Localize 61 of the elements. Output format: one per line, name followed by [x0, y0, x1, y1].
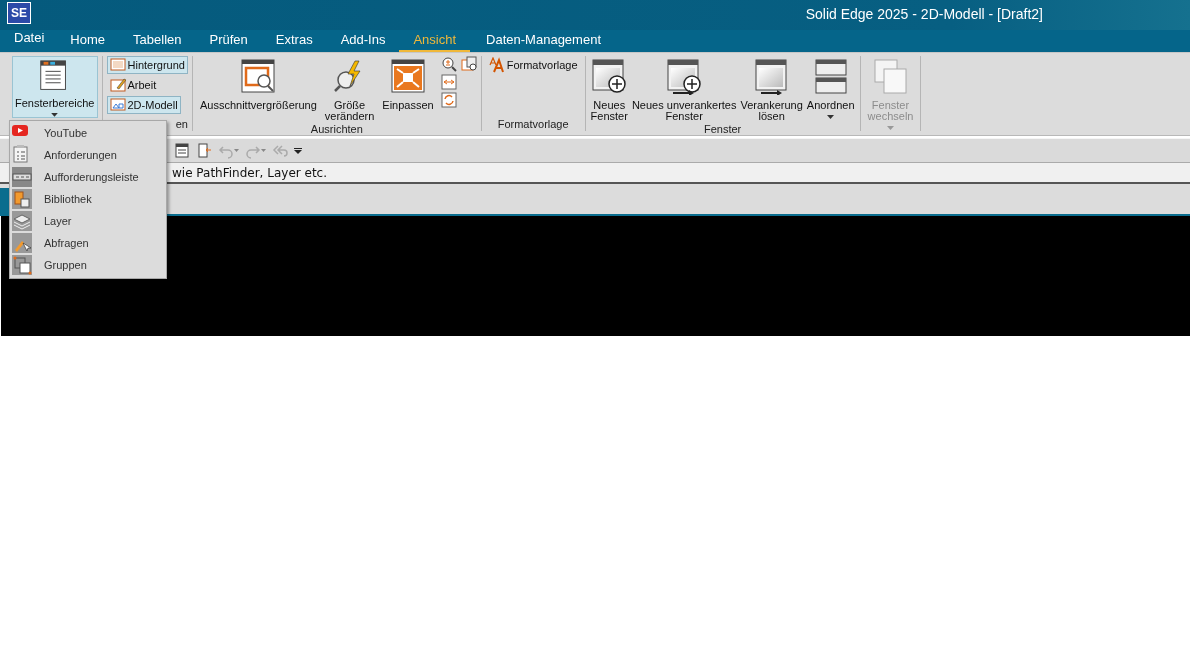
stacked-windows-icon: [813, 59, 848, 95]
layers-icon: [12, 211, 32, 231]
zoom-area-icon: [241, 59, 276, 95]
refresh-icon: [440, 92, 457, 108]
stacked-windows-icon: [873, 59, 908, 95]
ribbon-button[interactable]: Neues Fenster: [589, 56, 629, 123]
menu-item[interactable]: Aufforderungsleiste: [10, 166, 166, 188]
working-sheet-icon: [109, 77, 126, 93]
menu-item[interactable]: Abfragen: [10, 232, 166, 254]
ribbon-tab[interactable]: Daten-Management: [472, 32, 615, 52]
app-logo: SE: [7, 2, 31, 24]
window-zoom-icon: [460, 56, 477, 72]
ribbon-button[interactable]: 2D-Modell: [106, 96, 181, 114]
caret-icon: [261, 149, 266, 152]
group-label: en: [174, 118, 188, 131]
toolbar-button[interactable]: [174, 142, 190, 159]
group-label: Formatvorlage: [496, 118, 570, 131]
door-exit-icon: [196, 142, 212, 159]
prompt-bar-icon: [12, 167, 32, 187]
menu-item[interactable]: Bibliothek: [10, 188, 166, 210]
group-icon: [12, 255, 32, 275]
group-label: Fenster: [702, 123, 743, 135]
ribbon-tab[interactable]: Add-Ins: [326, 32, 400, 52]
menu-item[interactable]: Anforderungen: [10, 144, 166, 166]
ribbon-tab[interactable]: Prüfen: [195, 32, 262, 52]
library-icon: [12, 189, 32, 209]
menu-item[interactable]: Gruppen: [10, 254, 166, 276]
ribbon-tab[interactable]: Tabellen: [119, 32, 196, 52]
query-tools-icon: [12, 233, 32, 253]
ribbon-button[interactable]: Arbeit: [106, 76, 160, 94]
ribbon-button[interactable]: Neues unverankertes Fenster: [630, 56, 738, 123]
menu-item[interactable]: YouTube: [10, 122, 166, 144]
ribbon-button[interactable]: Anordnen: [805, 56, 856, 123]
prompt-text: wie PathFinder, Layer etc.: [172, 165, 327, 180]
fit-width-icon: [440, 74, 457, 90]
group-label: Ausrichten: [309, 123, 364, 135]
ribbon-button[interactable]: Formatvorlage: [485, 56, 581, 74]
caret-icon: [234, 149, 239, 152]
fit-view-icon: [391, 59, 425, 95]
icon-button[interactable]: [460, 56, 477, 72]
ribbon-button[interactable]: Ausschnittvergrößerung: [197, 56, 320, 123]
zoom-icon: [440, 56, 457, 72]
undo-all-icon: [272, 142, 288, 159]
customize-icon: [294, 147, 302, 154]
ribbon-tab[interactable]: Extras: [261, 32, 327, 52]
window-title: Solid Edge 2025 - 2D-Modell - [Draft2]: [805, 6, 1043, 22]
ribbon-button[interactable]: Hintergrund: [106, 56, 188, 74]
ribbon-button[interactable]: Größe verändern: [321, 56, 378, 123]
model-sheet-icon: [109, 97, 126, 113]
new-window-icon: [667, 59, 702, 95]
window-list-icon: [174, 142, 190, 159]
new-window-icon: [592, 59, 627, 95]
window-undock-icon: [754, 59, 789, 95]
ribbon-button[interactable]: Einpassen: [379, 56, 437, 123]
ribbon-button[interactable]: Fensterbereiche: [12, 56, 98, 118]
file-tab[interactable]: Datei: [6, 30, 57, 52]
ribbon-tab[interactable]: Home: [56, 32, 120, 52]
style-icon: [488, 57, 505, 73]
ribbon-button[interactable]: Verankerung lösen: [739, 56, 804, 123]
icon-button[interactable]: [440, 56, 457, 72]
menu-item[interactable]: Layer: [10, 210, 166, 232]
